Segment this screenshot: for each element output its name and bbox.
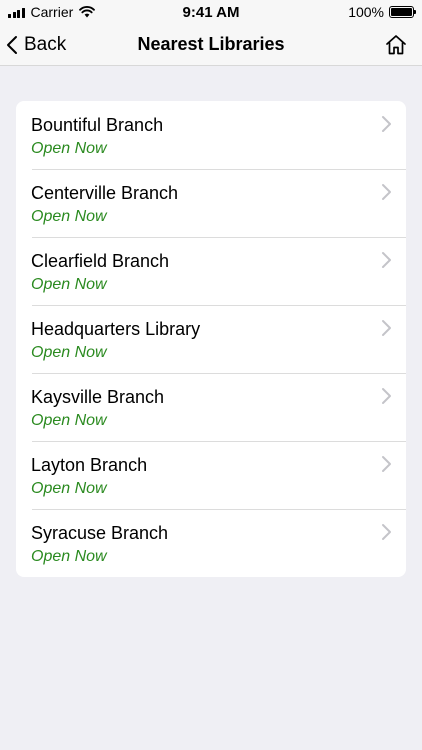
chevron-right-icon [382,320,391,336]
chevron-right-icon [382,456,391,472]
home-icon [386,35,406,55]
status-bar: Carrier 9:41 AM 100% [0,0,422,24]
library-open-status: Open Now [31,140,107,157]
library-open-status: Open Now [31,276,107,293]
library-open-status: Open Now [31,208,107,225]
library-name: Clearfield Branch [31,251,170,271]
library-list-item[interactable]: Centerville Branch Open Now [16,169,406,237]
library-list: Bountiful Branch Open Now Centerville Bran… [16,101,406,577]
library-list-item[interactable]: Headquarters Library Open Now [16,305,406,373]
battery-percent: 100% [348,4,384,20]
library-open-status: Open Now [31,344,107,361]
chevron-right-icon [382,116,391,132]
library-open-status: Open Now [31,412,107,429]
page-title: Nearest Libraries [137,34,285,54]
library-open-status: Open Now [31,548,107,565]
chevron-right-icon [382,388,391,404]
library-list-item[interactable]: Layton Branch Open Now [16,441,406,509]
library-name: Kaysville Branch [31,387,165,407]
battery-icon [389,6,416,18]
library-list-item[interactable]: Kaysville Branch Open Now [16,373,406,441]
status-right: 100% [348,4,416,20]
chevron-right-icon [382,184,391,200]
library-name: Bountiful Branch [31,115,164,135]
chevron-right-icon [382,252,391,268]
library-list-item[interactable]: Bountiful Branch Open Now [16,101,406,169]
library-list-item[interactable]: Syracuse Branch Open Now [16,509,406,577]
library-name: Syracuse Branch [31,523,169,543]
chevron-right-icon [382,524,391,540]
library-list-item[interactable]: Clearfield Branch Open Now [16,237,406,305]
library-name: Centerville Branch [31,183,179,203]
home-button[interactable] [384,33,408,57]
library-name: Layton Branch [31,455,148,475]
library-open-status: Open Now [31,480,107,497]
library-name: Headquarters Library [31,319,201,339]
navigation-bar: Back Nearest Libraries [0,24,422,66]
